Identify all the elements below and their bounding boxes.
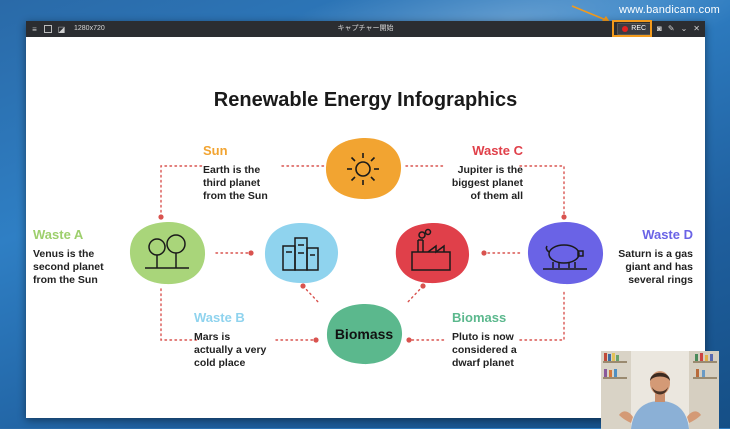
titlebar: ≡ ◪ 1280x720 キャプチャー開始 REC ◙ ✎ ⌄ ✕ (26, 20, 705, 37)
desc-line: cold place (194, 357, 246, 369)
waste-a-blob (127, 220, 207, 286)
desc-line: second planet (33, 261, 104, 273)
desc-line: Jupiter is the (457, 164, 523, 176)
waste-b-blob (261, 220, 341, 286)
window-title: キャプチャー開始 (337, 25, 394, 32)
desc-line: Mars is (194, 331, 231, 343)
waste-d-blob (525, 220, 605, 286)
sun-heading: Sun (203, 143, 228, 158)
waste-c-blob (392, 220, 472, 286)
biomass-center-label: Biomass (334, 326, 394, 342)
capture-window: ≡ ◪ 1280x720 キャプチャー開始 REC ◙ ✎ ⌄ ✕ Renewa… (26, 20, 719, 429)
webcam-overlay (601, 351, 719, 429)
desc-line: giant and has (625, 261, 693, 273)
desc-line: from the Sun (203, 190, 268, 202)
desc-line: biggest planet (451, 177, 523, 189)
desc-line: dwarf planet (452, 357, 514, 369)
biomass-description: Pluto is now considered a dwarf planet (452, 331, 517, 370)
desc-line: of them all (470, 190, 523, 202)
waste-c-heading: Waste C (472, 143, 523, 158)
waste-c-description: Jupiter is the biggest planet of them al… (452, 164, 523, 203)
desc-line: Venus is the (33, 248, 95, 260)
waste-b-description: Mars is actually a very cold place (194, 331, 266, 370)
biomass-center-blob: Biomass (323, 302, 405, 366)
waste-a-description: Venus is the second planet from the Sun (33, 248, 104, 287)
close-icon[interactable]: ✕ (693, 24, 700, 34)
collapse-icon[interactable]: ⌄ (681, 24, 688, 34)
desc-line: actually a very (194, 344, 267, 356)
desc-line: considered a (452, 344, 517, 356)
waste-a-heading: Waste A (33, 227, 84, 242)
sun-description: Earth is the third planet from the Sun (203, 164, 268, 203)
desc-line: several rings (628, 274, 693, 286)
biomass-heading: Biomass (452, 310, 507, 325)
camera-icon[interactable]: ◙ (657, 24, 662, 34)
desc-line: third planet (203, 177, 261, 189)
waste-d-description: Saturn is a gas giant and has several ri… (618, 248, 693, 287)
waste-b-heading: Waste B (194, 310, 245, 325)
desc-line: Saturn is a gas (618, 248, 693, 260)
watermark: www.bandicam.com (618, 4, 720, 16)
desc-line: Earth is the (203, 164, 261, 176)
desc-line: from the Sun (33, 274, 98, 286)
waste-d-heading: Waste D (642, 227, 693, 242)
rec-highlight-box (612, 20, 652, 37)
pencil-icon[interactable]: ✎ (668, 24, 675, 34)
desc-line: Pluto is now (452, 331, 514, 343)
sun-blob (322, 135, 404, 201)
